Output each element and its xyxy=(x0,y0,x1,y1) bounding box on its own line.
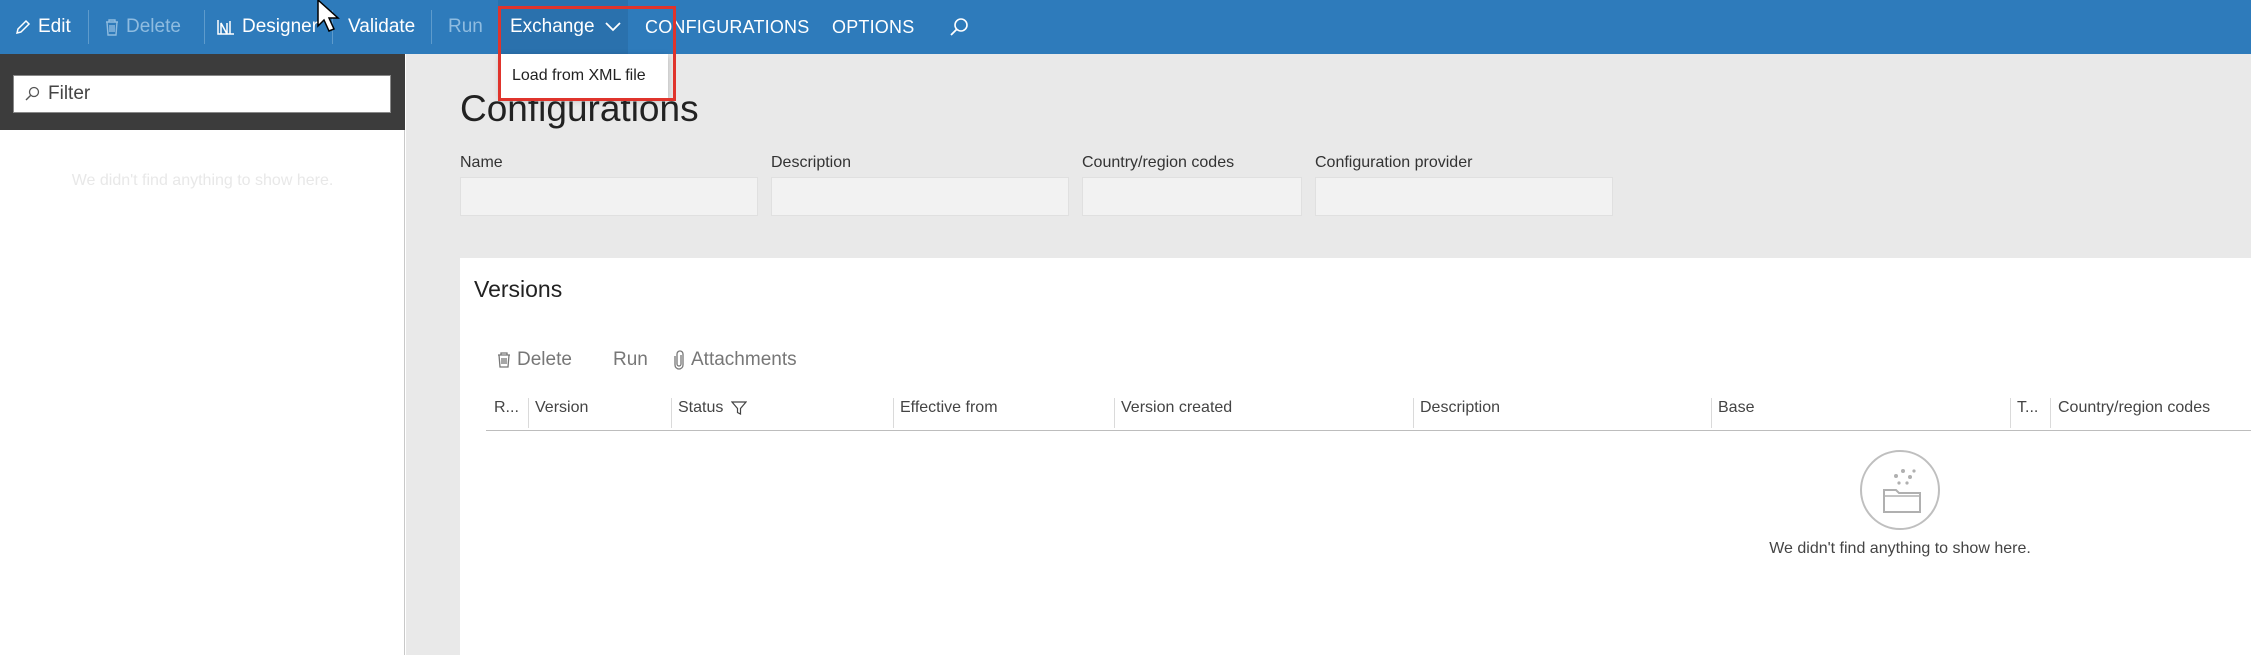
versions-title: Versions xyxy=(474,276,563,302)
options-label: OPTIONS xyxy=(832,16,915,37)
highlight-box xyxy=(498,6,676,101)
column-header-version-created[interactable]: Version created xyxy=(1121,399,1232,417)
run-label: Run xyxy=(448,16,483,37)
filter-band: Filter xyxy=(0,54,405,130)
column-header-base[interactable]: Base xyxy=(1718,399,1754,417)
edit-button[interactable]: Edit xyxy=(14,0,71,54)
designer-button[interactable]: Designer xyxy=(216,0,318,54)
delete-button[interactable]: Delete xyxy=(104,0,181,54)
configuration-provider-field-label: Configuration provider xyxy=(1315,154,1473,171)
validate-label: Validate xyxy=(348,16,416,37)
versions-attachments-button[interactable]: Attachments xyxy=(673,345,797,375)
pencil-icon xyxy=(15,19,31,35)
versions-run-button[interactable]: Run xyxy=(613,345,648,375)
validate-button[interactable]: Validate xyxy=(348,0,415,54)
run-button[interactable]: Run xyxy=(448,0,483,54)
configuration-provider-field[interactable] xyxy=(1315,177,1613,216)
column-divider xyxy=(2050,398,2051,428)
column-divider xyxy=(893,398,894,428)
column-header-description[interactable]: Description xyxy=(1420,399,1500,417)
column-divider xyxy=(528,398,529,428)
versions-empty-message: We didn't find anything to show here. xyxy=(1769,540,2031,557)
column-divider xyxy=(1711,398,1712,428)
column-header-t[interactable]: T... xyxy=(2017,399,2038,417)
left-empty-message: We didn't find anything to show here. xyxy=(71,172,334,189)
left-navigation-pane: Filter We didn't find anything to show h… xyxy=(0,54,405,655)
column-divider xyxy=(2010,398,2011,428)
filter-placeholder: Filter xyxy=(48,83,91,104)
column-header-status[interactable]: Status xyxy=(678,399,748,417)
country-region-field[interactable] xyxy=(1082,177,1302,216)
search-button[interactable] xyxy=(948,0,976,54)
column-divider xyxy=(1413,398,1414,428)
toolbar-divider xyxy=(88,10,89,44)
column-header-country-region-codes[interactable]: Country/region codes xyxy=(2058,399,2210,417)
mouse-cursor-icon xyxy=(317,0,340,32)
filter-input[interactable]: Filter xyxy=(13,75,391,113)
filter-funnel-icon xyxy=(731,401,748,415)
search-icon xyxy=(25,86,40,101)
versions-delete-button[interactable]: Delete xyxy=(497,345,572,375)
column-header-r[interactable]: R... xyxy=(494,399,519,417)
name-field[interactable] xyxy=(460,177,758,216)
column-header-effective-from[interactable]: Effective from xyxy=(900,399,998,417)
paperclip-icon xyxy=(674,350,684,370)
toolbar-divider xyxy=(431,10,432,44)
versions-delete-label: Delete xyxy=(517,349,572,370)
empty-folder-icon xyxy=(1860,450,1940,530)
versions-attachments-label: Attachments xyxy=(691,349,797,370)
trash-icon xyxy=(106,18,118,36)
column-header-version[interactable]: Version xyxy=(535,399,588,417)
trash-icon xyxy=(498,352,510,368)
designer-label: Designer xyxy=(242,16,319,37)
column-divider xyxy=(671,398,672,428)
edit-label: Edit xyxy=(38,16,71,37)
description-field[interactable] xyxy=(771,177,1069,216)
name-field-label: Name xyxy=(460,154,503,171)
description-field-label: Description xyxy=(771,154,852,171)
column-divider xyxy=(1114,398,1115,428)
toolbar-divider xyxy=(204,10,205,44)
search-icon xyxy=(950,18,968,36)
header-underline xyxy=(486,430,2251,431)
country-region-field-label: Country/region codes xyxy=(1082,154,1235,171)
versions-panel xyxy=(460,258,2251,655)
designer-icon xyxy=(217,20,234,35)
versions-run-label: Run xyxy=(613,349,648,370)
options-menu[interactable]: OPTIONS xyxy=(832,0,914,54)
status-header-label: Status xyxy=(678,399,724,416)
delete-label: Delete xyxy=(126,16,181,37)
